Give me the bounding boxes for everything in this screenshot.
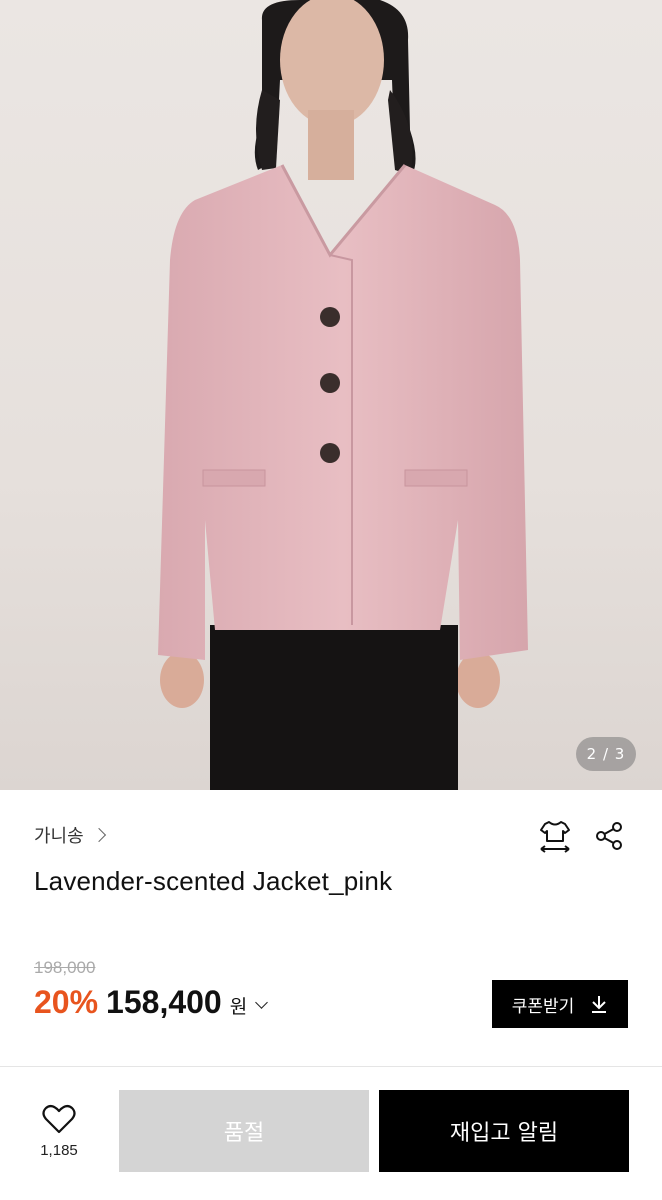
brand-name: 가니송 — [34, 826, 84, 847]
share-button[interactable] — [592, 818, 626, 854]
chevron-down-icon[interactable] — [255, 996, 269, 1009]
product-title: Lavender-scented Jacket_pink — [34, 866, 393, 896]
image-counter: 2 / 3 — [576, 737, 636, 771]
divider — [0, 1066, 662, 1067]
product-image[interactable]: 2 / 3 — [0, 0, 662, 790]
restock-alert-button[interactable]: 재입고 알림 — [379, 1090, 629, 1172]
coupon-button[interactable]: 쿠폰받기 — [492, 980, 628, 1028]
soldout-button: 품절 — [119, 1090, 369, 1172]
original-price: 198,000 — [34, 958, 96, 977]
brand-link[interactable]: 가니송 — [34, 822, 106, 848]
size-guide-button[interactable] — [538, 818, 572, 854]
chevron-right-icon — [91, 827, 106, 843]
download-icon — [592, 996, 607, 1013]
model-photo — [158, 0, 528, 790]
coupon-label: 쿠폰받기 — [511, 996, 575, 1017]
sale-price: 158,400 — [106, 984, 222, 1020]
heart-icon — [42, 1104, 76, 1134]
currency-label: 원 — [229, 996, 248, 1018]
share-icon — [596, 822, 622, 850]
discount-rate: 20% — [34, 984, 99, 1020]
shirt-size-icon — [540, 821, 570, 853]
like-count: 1,185 — [40, 1142, 78, 1159]
like-button[interactable]: 1,185 — [34, 1104, 84, 1159]
price-row[interactable]: 20% 158,400 원 — [34, 984, 269, 1021]
